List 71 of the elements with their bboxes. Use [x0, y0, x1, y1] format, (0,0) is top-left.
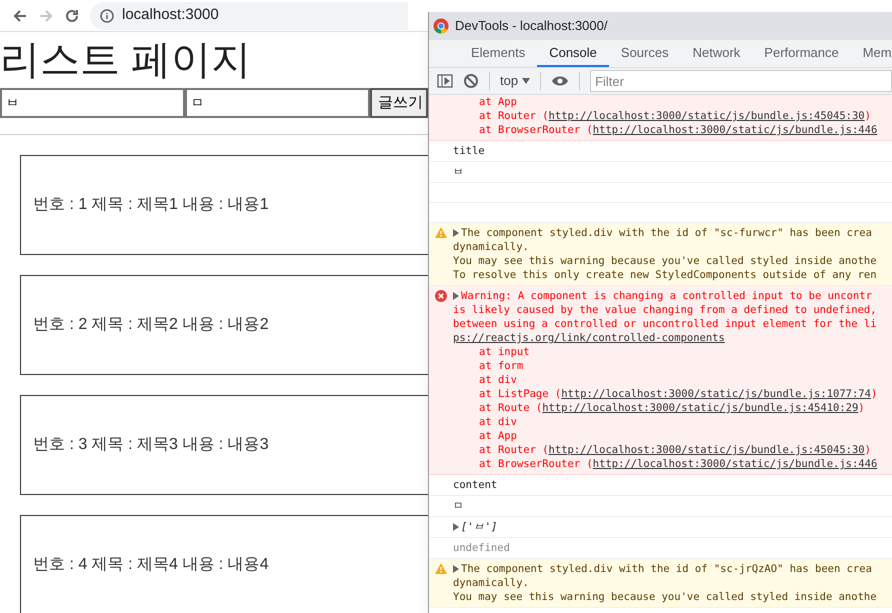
console-text: You may see this warning because you've called styled inside anothe [453, 590, 877, 604]
context-dropdown[interactable]: top [500, 71, 530, 91]
console-text: You may see this warning because you've called styled inside anothe [453, 254, 877, 268]
stack-frame-link[interactable]: http://localhost:3000/static/js/bundle.js:45045:30 [548, 109, 865, 123]
expand-arrow-icon[interactable] [453, 565, 459, 573]
stack-frame-link[interactable]: http://localhost:3000/static/js/bundle.js:446 [592, 123, 878, 137]
back-arrow-icon[interactable] [12, 8, 28, 24]
stack-frame-text: at App [479, 429, 517, 443]
stack-frame-link[interactable]: http://localhost:3000/static/js/bundle.js:446 [592, 457, 878, 471]
stack-frame-text: at Router ( [479, 109, 549, 123]
devtools-tab[interactable]: Sources [608, 40, 681, 67]
stack-frame-text: ) [864, 443, 871, 457]
stack-frame-link[interactable]: http://localhost:3000/static/js/bundle.js:45410:29 [542, 401, 858, 415]
stack-frame-text: ) [870, 387, 878, 401]
stack-frame-text: at div [479, 415, 517, 429]
error-icon [435, 290, 447, 302]
devtools-tab[interactable]: Elements [459, 40, 538, 67]
console-text: The component styled.div with the id of "sc-furwcr" has been crea [461, 226, 872, 240]
console-text: ㅁ [453, 499, 464, 513]
devtools-tab[interactable]: Network [680, 40, 752, 67]
stack-frame-link[interactable]: http://localhost:3000/static/js/bundle.js:1077:74 [561, 387, 871, 401]
expand-arrow-icon[interactable] [453, 523, 459, 531]
warning-icon [435, 227, 447, 238]
info-icon [100, 8, 114, 22]
eye-icon[interactable] [551, 75, 570, 87]
stack-frame-text: ) [864, 109, 871, 123]
window-title: DevTools - localhost:3000/ [455, 17, 608, 36]
clear-console-icon[interactable] [463, 73, 479, 89]
title-input[interactable]: ㅂ [0, 88, 185, 118]
console-text: dynamically. [453, 240, 529, 254]
console-text: content [453, 478, 498, 492]
warning-icon [435, 563, 447, 574]
console-link[interactable]: ps://reactjs.org/link/controlled-components [453, 331, 725, 345]
stack-frame-text: at BrowserRouter ( [479, 123, 593, 137]
console-text: title [453, 144, 485, 158]
console-text: ['ㅂ'] [461, 520, 498, 534]
reload-icon[interactable] [64, 8, 80, 24]
dropdown-caret-icon [522, 78, 530, 84]
content-input[interactable]: ㅁ [185, 88, 370, 118]
expand-arrow-icon[interactable] [453, 229, 459, 237]
console-text: The component styled.div with the id of "sc-jrQzAO" has been crea [461, 562, 872, 576]
sidebar-toggle-icon[interactable] [437, 73, 453, 89]
stack-frame-text: at ListPage ( [479, 387, 562, 401]
post-text: 번호 : 3 제목 : 제목3 내용 : 내용3 [33, 435, 269, 455]
post-text: 번호 : 2 제목 : 제목2 내용 : 내용2 [33, 315, 269, 335]
console-text: between using a controlled or uncontrolled input element for the li [453, 317, 877, 331]
stack-frame-text: at div [479, 373, 517, 387]
stack-frame-text: at Router ( [479, 443, 549, 457]
page-heading: 리스트 페이지 [0, 37, 252, 84]
submit-button[interactable]: 글쓰기 [370, 88, 428, 118]
console-text: Warning: A component is changing a controlled input to be uncontr [461, 289, 872, 303]
stack-frame-text: ) [858, 401, 865, 415]
browser-logo-icon [433, 18, 449, 34]
post-text: 번호 : 1 제목 : 제목1 내용 : 내용1 [33, 195, 269, 215]
stack-frame-text: at App [479, 95, 517, 109]
console-text: ㅂ [453, 165, 464, 179]
devtools-tab[interactable]: Mem [850, 40, 892, 67]
stack-frame-text: at Route ( [479, 401, 542, 415]
devtools-tab[interactable]: Performance [752, 40, 851, 67]
expand-arrow-icon[interactable] [453, 292, 459, 300]
console-text: To resolve this only create new StyledComponents outside of any ren [453, 268, 877, 282]
post-text: 번호 : 4 제목 : 제목4 내용 : 내용4 [33, 555, 269, 575]
console-text: dynamically. [453, 576, 529, 590]
filter-field[interactable]: Filter [590, 70, 892, 92]
stack-frame-text: at BrowserRouter ( [479, 457, 593, 471]
stack-frame-link[interactable]: http://localhost:3000/static/js/bundle.js:45045:30 [548, 443, 865, 457]
stack-frame-text: at input [479, 345, 530, 359]
stack-frame-text: at form [479, 359, 524, 373]
console-text: is likely caused by the value changing from a defined to undefined, [453, 303, 877, 317]
console-text: undefined [453, 541, 510, 555]
address-bar[interactable]: localhost:3000 [90, 2, 408, 30]
